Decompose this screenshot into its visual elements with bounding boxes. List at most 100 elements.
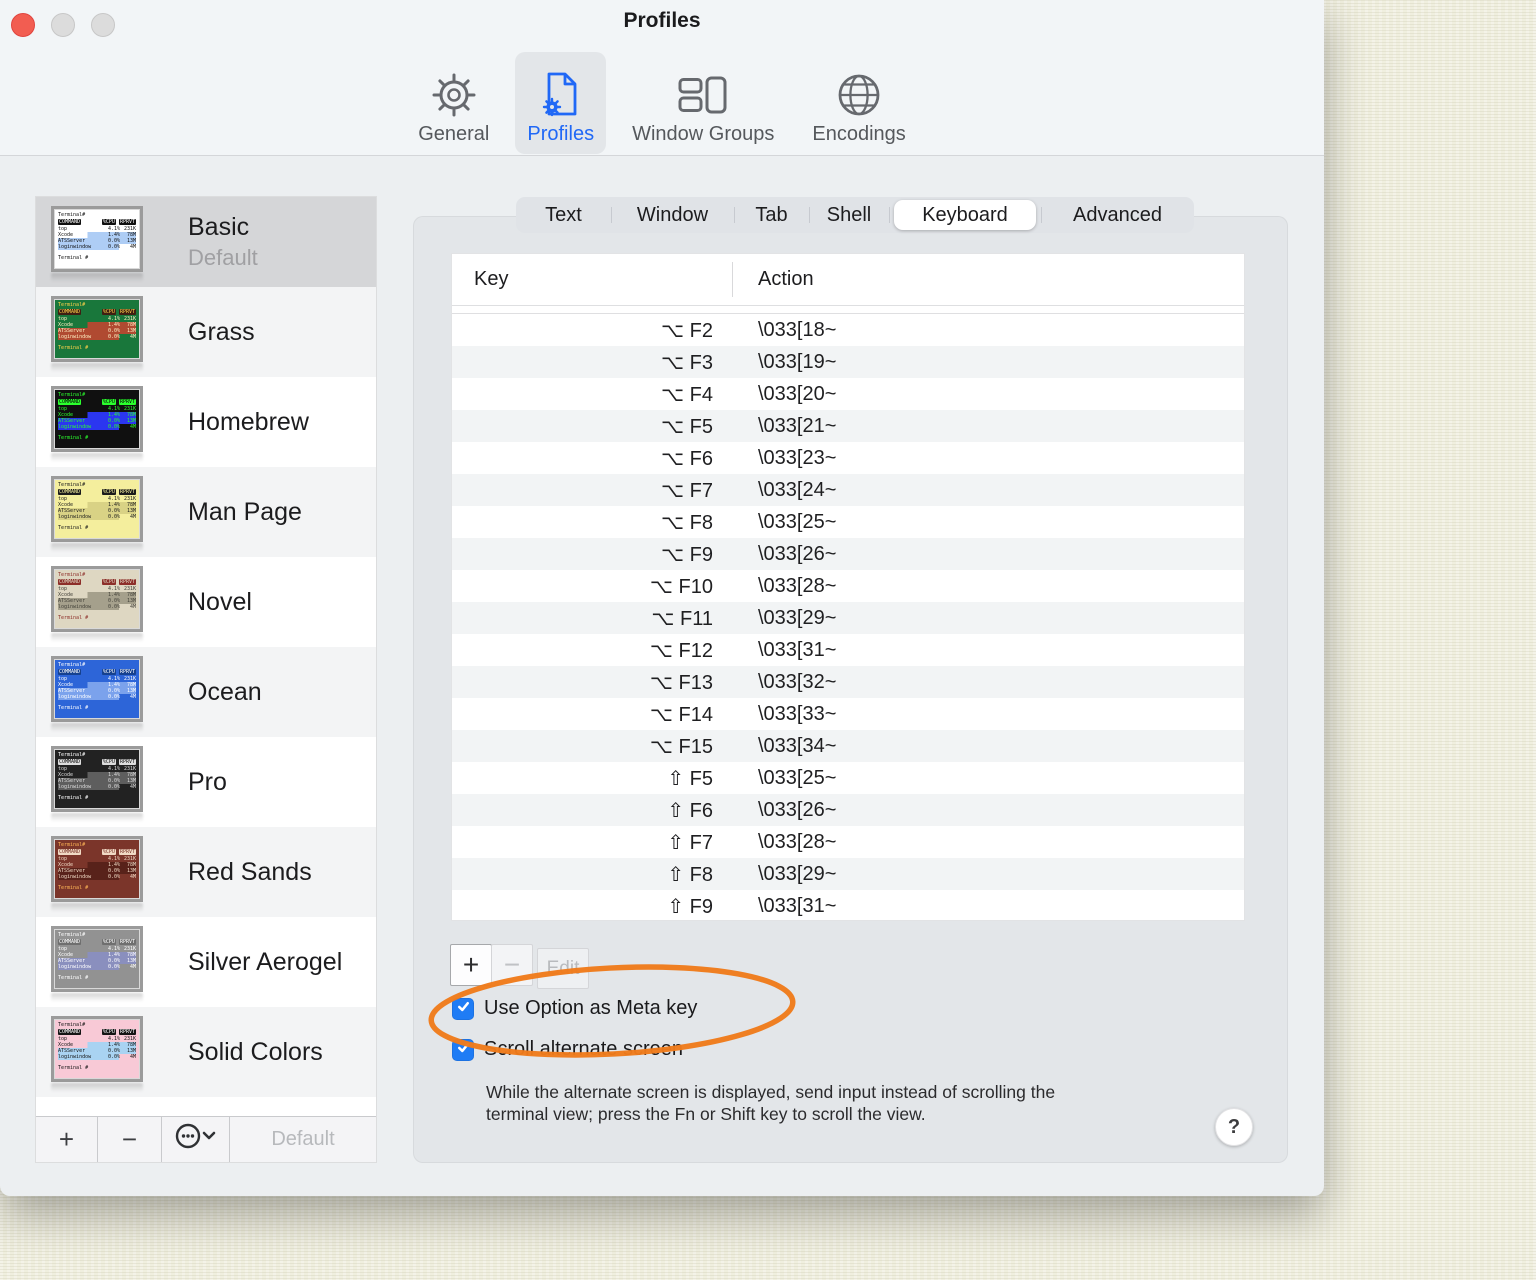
action-cell: \033[28~ — [758, 574, 837, 597]
add-profile-button[interactable]: + — [36, 1117, 98, 1162]
mini-terminal-column-chip: RPRVT — [118, 219, 136, 225]
mini-terminal-column-chip: COMMAND — [58, 939, 82, 945]
profile-name: Ocean — [188, 677, 262, 706]
table-row[interactable]: ⌥ F9 \033[26~ — [452, 538, 1244, 570]
action-column-header[interactable]: Action — [732, 268, 814, 291]
thumbnail-reflection — [51, 1083, 143, 1092]
sidebar-item-red-sands[interactable]: Terminal# COMMAND %CPU RPRVT top 4.1% 231K Xcod… — [36, 827, 376, 917]
table-row[interactable]: ⌥ F3 \033[19~ — [452, 346, 1244, 378]
key-cell: ⌥ F6 — [661, 447, 713, 470]
sidebar-item-pro[interactable]: Terminal# COMMAND %CPU RPRVT top 4.1% 231K Xcod… — [36, 737, 376, 827]
action-cell: \033[24~ — [758, 478, 837, 501]
desktop-background: Profiles General Profiles Window Groups … — [0, 0, 1536, 1280]
table-row[interactable]: ⇧ F6 \033[26~ — [452, 794, 1244, 826]
edit-key-button[interactable]: Edit — [537, 948, 589, 989]
key-column-header[interactable]: Key — [452, 268, 732, 291]
sidebar-item-silver-aerogel[interactable]: Terminal# COMMAND %CPU RPRVT top 4.1% 231K Xcod… — [36, 917, 376, 1007]
key-cell: ⌥ F8 — [661, 511, 713, 534]
thumbnail-reflection — [51, 633, 143, 642]
remove-key-button[interactable]: − — [491, 944, 533, 986]
mini-terminal-title: Terminal# — [58, 752, 86, 758]
sidebar-item-grass[interactable]: Terminal# COMMAND %CPU RPRVT top 4.1% 231K Xcod… — [36, 287, 376, 377]
toolbar-label-profiles: Profiles — [527, 123, 595, 145]
tab-shell[interactable]: Shell — [809, 197, 889, 233]
tab-tab[interactable]: Tab — [734, 197, 809, 233]
sidebar-item-ocean[interactable]: Terminal# COMMAND %CPU RPRVT top 4.1% 231K Xcod… — [36, 647, 376, 737]
table-row[interactable]: ⇧ F5 \033[25~ — [452, 762, 1244, 794]
sidebar-item-novel[interactable]: Terminal# COMMAND %CPU RPRVT top 4.1% 231K Xcod… — [36, 557, 376, 647]
mini-terminal-column-chip: COMMAND — [58, 759, 82, 765]
table-row[interactable]: ⌥ F13 \033[32~ — [452, 666, 1244, 698]
add-key-button[interactable]: + — [450, 944, 492, 986]
sidebar-item-man-page[interactable]: Terminal# COMMAND %CPU RPRVT top 4.1% 231K Xcod… — [36, 467, 376, 557]
mini-terminal-header: COMMAND %CPU RPRVT — [58, 759, 136, 765]
profile-labels: Grass — [188, 287, 255, 377]
mini-terminal-column-chip: RPRVT — [118, 579, 136, 585]
toolbar-label-encodings: Encodings — [812, 123, 906, 145]
mini-terminal-title: Terminal# — [58, 482, 86, 488]
mini-terminal-column-chip: %CPU — [101, 579, 116, 585]
table-row[interactable]: ⇧ F8 \033[29~ — [452, 858, 1244, 890]
table-row[interactable]: ⌥ F8 \033[25~ — [452, 506, 1244, 538]
column-divider[interactable] — [732, 262, 733, 297]
table-row[interactable]: ⌥ F15 \033[34~ — [452, 730, 1244, 762]
key-cell: ⌥ F2 — [661, 319, 713, 342]
table-row[interactable]: ⌥ F5 \033[21~ — [452, 410, 1244, 442]
mini-terminal-preview: Terminal# COMMAND %CPU RPRVT top 4.1% 231K Xcod… — [51, 386, 143, 452]
toolbar-item-profiles[interactable]: Profiles — [515, 52, 607, 154]
table-row[interactable]: ⌥ F4 \033[20~ — [452, 378, 1244, 410]
table-row[interactable]: ⌥ F10 \033[28~ — [452, 570, 1244, 602]
toolbar-label-general: General — [418, 123, 490, 145]
profile-labels: Red Sands — [188, 827, 312, 917]
toolbar-item-general[interactable]: General — [406, 52, 501, 154]
profiles-sidebar: Terminal# COMMAND %CPU RPRVT top 4.1% 231K Xcod… — [35, 196, 377, 1163]
action-cell: \033[34~ — [758, 734, 837, 757]
mini-terminal-column-chip: RPRVT — [118, 489, 136, 495]
help-button[interactable]: ? — [1215, 1108, 1253, 1146]
toolbar-item-encodings[interactable]: Encodings — [800, 52, 917, 154]
action-cell: \033[18~ — [758, 318, 837, 341]
profile-labels: Ocean — [188, 647, 262, 737]
profile-list: Terminal# COMMAND %CPU RPRVT top 4.1% 231K Xcod… — [36, 197, 376, 1117]
checkmark-icon — [456, 999, 471, 1019]
mini-terminal-prompt: Terminal # — [58, 345, 89, 351]
mini-terminal-preview: Terminal# COMMAND %CPU RPRVT top 4.1% 231K Xcod… — [51, 476, 143, 542]
sidebar-item-basic[interactable]: Terminal# COMMAND %CPU RPRVT top 4.1% 231K Xcod… — [36, 197, 376, 287]
profile-thumbnail: Terminal# COMMAND %CPU RPRVT top 4.1% 231K Xcod… — [51, 566, 143, 642]
table-row[interactable]: ⌥ F6 \033[23~ — [452, 442, 1244, 474]
use-option-as-meta-checkbox[interactable] — [452, 997, 474, 1020]
remove-profile-button[interactable]: − — [98, 1117, 162, 1162]
profile-thumbnail: Terminal# COMMAND %CPU RPRVT top 4.1% 231K Xcod… — [51, 746, 143, 822]
tab-text[interactable]: Text — [516, 197, 611, 233]
tab-advanced[interactable]: Advanced — [1041, 197, 1194, 233]
mini-terminal-title: Terminal# — [58, 392, 86, 398]
mini-terminal-preview: Terminal# COMMAND %CPU RPRVT top 4.1% 231K Xcod… — [51, 296, 143, 362]
action-cell: \033[31~ — [758, 638, 837, 661]
table-row[interactable]: ⇧ F7 \033[28~ — [452, 826, 1244, 858]
toolbar-item-window-groups[interactable]: Window Groups — [620, 52, 786, 154]
key-cell: ⇧ F6 — [667, 799, 713, 822]
key-cell: ⇧ F9 — [667, 895, 713, 918]
table-row[interactable]: ⌥ F7 \033[24~ — [452, 474, 1244, 506]
tab-window[interactable]: Window — [611, 197, 734, 233]
key-cell: ⌥ F9 — [661, 543, 713, 566]
mini-terminal-preview: Terminal# COMMAND %CPU RPRVT top 4.1% 231K Xcod… — [51, 206, 143, 272]
mini-terminal-column-chip: %CPU — [101, 1029, 116, 1035]
profile-actions-menu-button[interactable] — [162, 1117, 230, 1162]
sidebar-item-homebrew[interactable]: Terminal# COMMAND %CPU RPRVT top 4.1% 231K Xcod… — [36, 377, 376, 467]
profile-thumbnail: Terminal# COMMAND %CPU RPRVT top 4.1% 231K Xcod… — [51, 656, 143, 732]
table-row[interactable]: ⌥ F2 \033[18~ — [452, 314, 1244, 346]
scroll-alternate-screen-checkbox[interactable] — [452, 1038, 474, 1061]
mini-terminal-column-chip: RPRVT — [118, 939, 136, 945]
tab-keyboard[interactable]: Keyboard — [889, 197, 1041, 233]
table-row[interactable]: ⌥ F12 \033[31~ — [452, 634, 1244, 666]
key-cell: ⇧ F5 — [667, 767, 713, 790]
table-row[interactable]: ⇧ F9 \033[31~ — [452, 890, 1244, 922]
default-profile-button[interactable]: Default — [230, 1117, 376, 1162]
table-row[interactable]: ⌥ F11 \033[29~ — [452, 602, 1244, 634]
thumbnail-reflection — [51, 273, 143, 282]
sidebar-item-solid-colors[interactable]: Terminal# COMMAND %CPU RPRVT top 4.1% 231K Xcod… — [36, 1007, 376, 1097]
profile-thumbnail: Terminal# COMMAND %CPU RPRVT top 4.1% 231K Xcod… — [51, 476, 143, 552]
scroll-alternate-row: Scroll alternate screen — [452, 1038, 683, 1061]
table-row[interactable]: ⌥ F14 \033[33~ — [452, 698, 1244, 730]
